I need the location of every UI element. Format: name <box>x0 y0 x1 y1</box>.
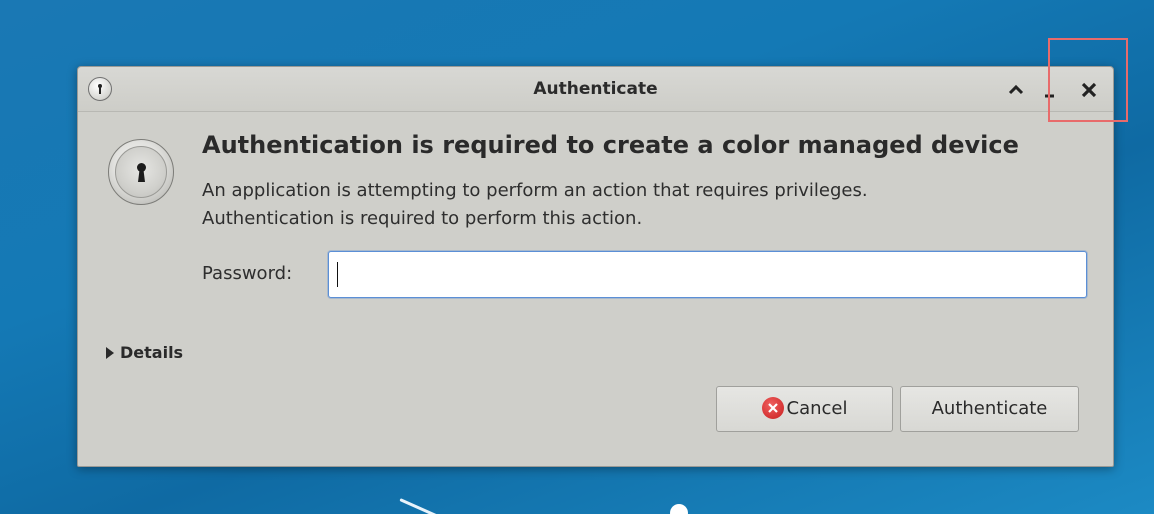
dialog-description-line1: An application is attempting to perform … <box>202 180 868 201</box>
cancel-label: Cancel <box>786 398 848 419</box>
minimize-icon <box>1045 94 1054 98</box>
password-field[interactable] <box>328 251 1087 298</box>
authenticate-label: Authenticate <box>931 398 1048 419</box>
triangle-right-icon <box>106 347 114 359</box>
window-title: Authenticate <box>533 79 658 99</box>
lock-icon <box>108 139 174 205</box>
chevron-up-icon <box>1008 84 1024 95</box>
maximize-button[interactable] <box>1003 75 1029 103</box>
cancel-icon <box>761 397 784 419</box>
window-titlebar[interactable]: Authenticate <box>78 67 1113 112</box>
minimize-button[interactable] <box>1038 75 1064 103</box>
close-icon <box>1081 82 1097 98</box>
authenticate-dialog: Authenticate Authentication is required … <box>77 66 1114 467</box>
close-button[interactable] <box>1076 75 1102 103</box>
password-label: Password: <box>202 263 293 284</box>
details-expander[interactable]: Details <box>106 343 183 362</box>
cancel-button[interactable]: Cancel <box>716 386 893 432</box>
desktop-wallpaper-detail <box>670 504 688 514</box>
text-caret <box>337 262 338 287</box>
desktop-wallpaper-detail <box>399 498 483 514</box>
dialog-heading: Authentication is required to create a c… <box>202 131 1019 159</box>
dialog-description-line2: Authentication is required to perform th… <box>202 208 643 229</box>
details-label: Details <box>120 343 184 362</box>
authenticate-button[interactable]: Authenticate <box>900 386 1079 432</box>
